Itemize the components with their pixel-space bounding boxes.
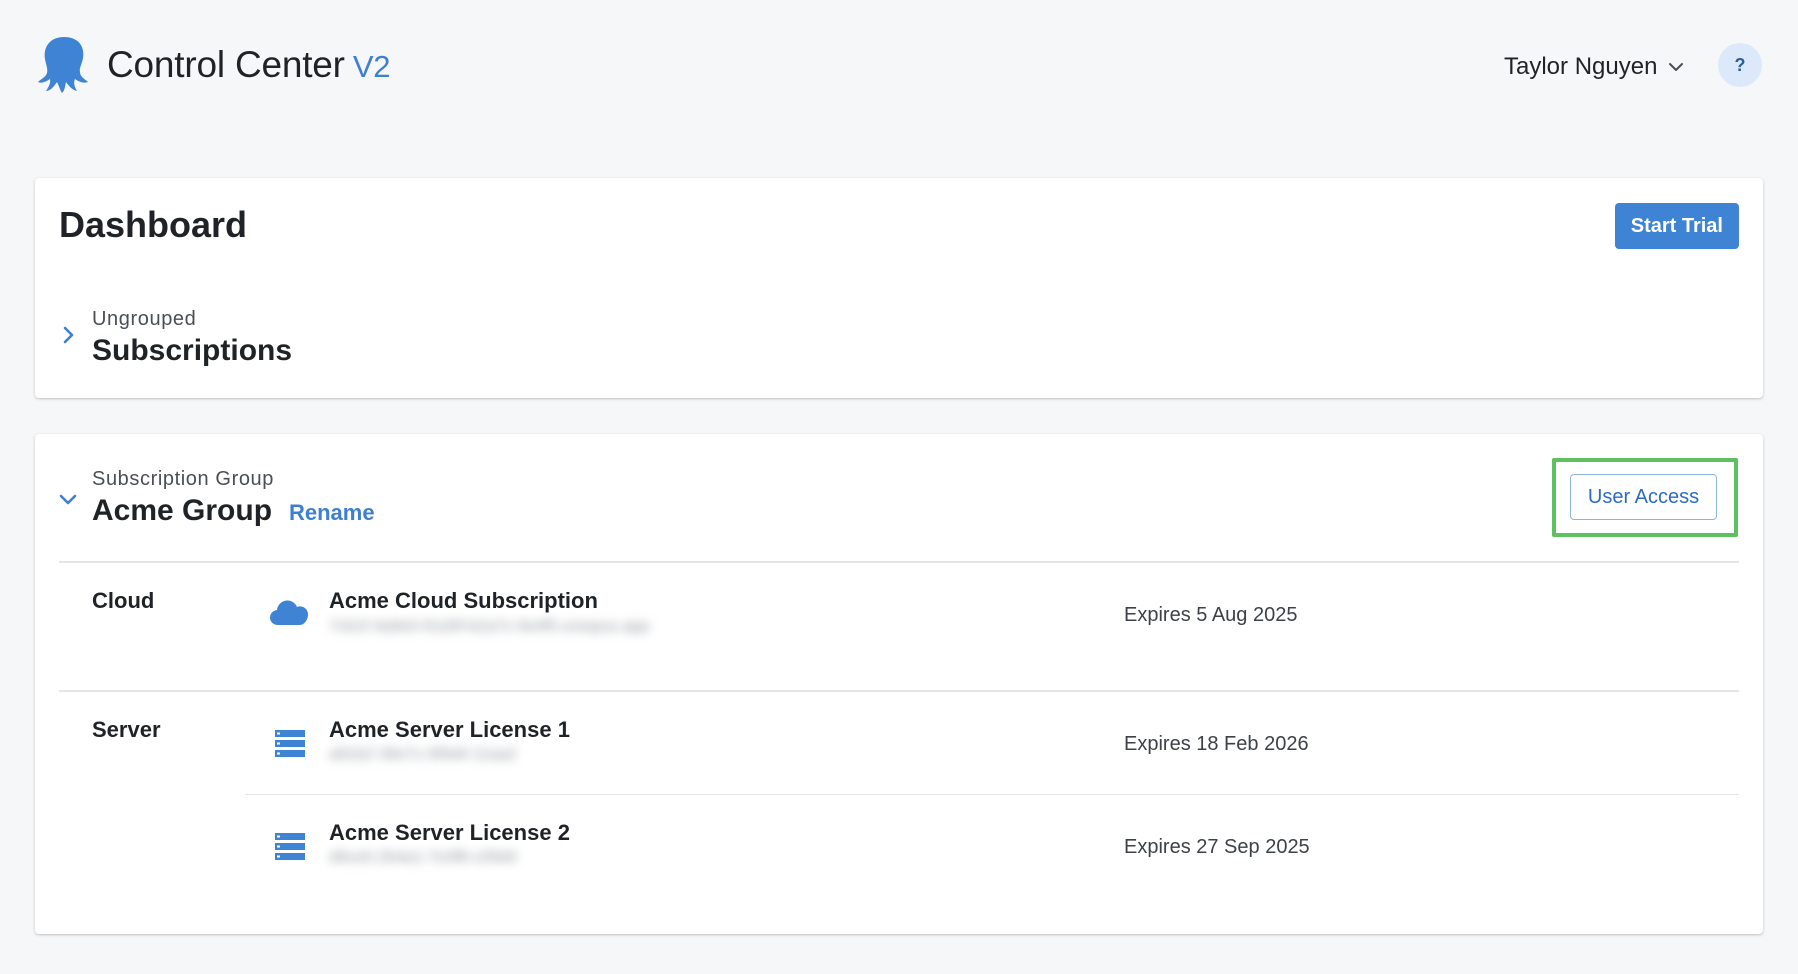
server-icon	[275, 730, 305, 757]
server-icon	[275, 833, 305, 860]
group-kicker: Subscription Group	[92, 468, 275, 490]
subscription-group-card: Subscription Group Acme Group Rename Use…	[35, 434, 1763, 934]
divider	[245, 794, 1739, 795]
divider	[59, 561, 1739, 563]
expand-ungrouped-toggle[interactable]	[57, 324, 79, 346]
start-trial-button[interactable]: Start Trial	[1614, 203, 1739, 249]
app-title: Control Center V2	[107, 44, 391, 86]
rename-link[interactable]: Rename	[289, 500, 375, 526]
chevron-down-icon	[1669, 63, 1684, 71]
subscription-id: a81b2-39e7c-5f0d4-11aa2	[329, 746, 517, 763]
subscription-name[interactable]: Acme Server License 1	[329, 717, 570, 743]
user-menu[interactable]: Taylor Nguyen	[1504, 49, 1685, 85]
subscription-name[interactable]: Acme Server License 2	[329, 820, 570, 846]
collapse-group-toggle[interactable]	[57, 488, 79, 510]
subscription-id: 7cb1f-4a9e0-91d3f-b2a7c-0e4f5.octopus.ap…	[329, 618, 650, 635]
category-label-cloud: Cloud	[92, 588, 155, 613]
chevron-down-icon	[59, 494, 77, 505]
chevron-right-icon	[63, 326, 74, 344]
user-access-button[interactable]: User Access	[1570, 474, 1717, 520]
subscription-expiry: Expires 18 Feb 2026	[1124, 733, 1309, 755]
subscription-expiry: Expires 5 Aug 2025	[1124, 604, 1298, 626]
subscription-id: d9ce0-2b4a1-7e3f8-c05b9	[329, 849, 517, 866]
subscription-name[interactable]: Acme Cloud Subscription	[329, 588, 598, 614]
ungrouped-kicker: Ungrouped	[92, 308, 197, 330]
dashboard-card: Dashboard Start Trial Ungrouped Subscrip…	[35, 178, 1763, 398]
app-title-text: Control Center	[107, 44, 345, 85]
subscription-expiry: Expires 27 Sep 2025	[1124, 836, 1310, 858]
group-name: Acme Group	[92, 494, 273, 527]
divider	[59, 690, 1739, 692]
app-header: Control Center V2 Taylor Nguyen ?	[0, 0, 1798, 130]
app-version: V2	[352, 49, 391, 84]
page-title: Dashboard	[59, 204, 248, 245]
octopus-logo-icon[interactable]	[34, 34, 94, 94]
user-name: Taylor Nguyen	[1504, 53, 1658, 80]
help-button[interactable]: ?	[1718, 43, 1762, 87]
ungrouped-heading: Subscriptions	[92, 334, 293, 367]
cloud-icon	[270, 600, 308, 625]
category-label-server: Server	[92, 717, 161, 742]
